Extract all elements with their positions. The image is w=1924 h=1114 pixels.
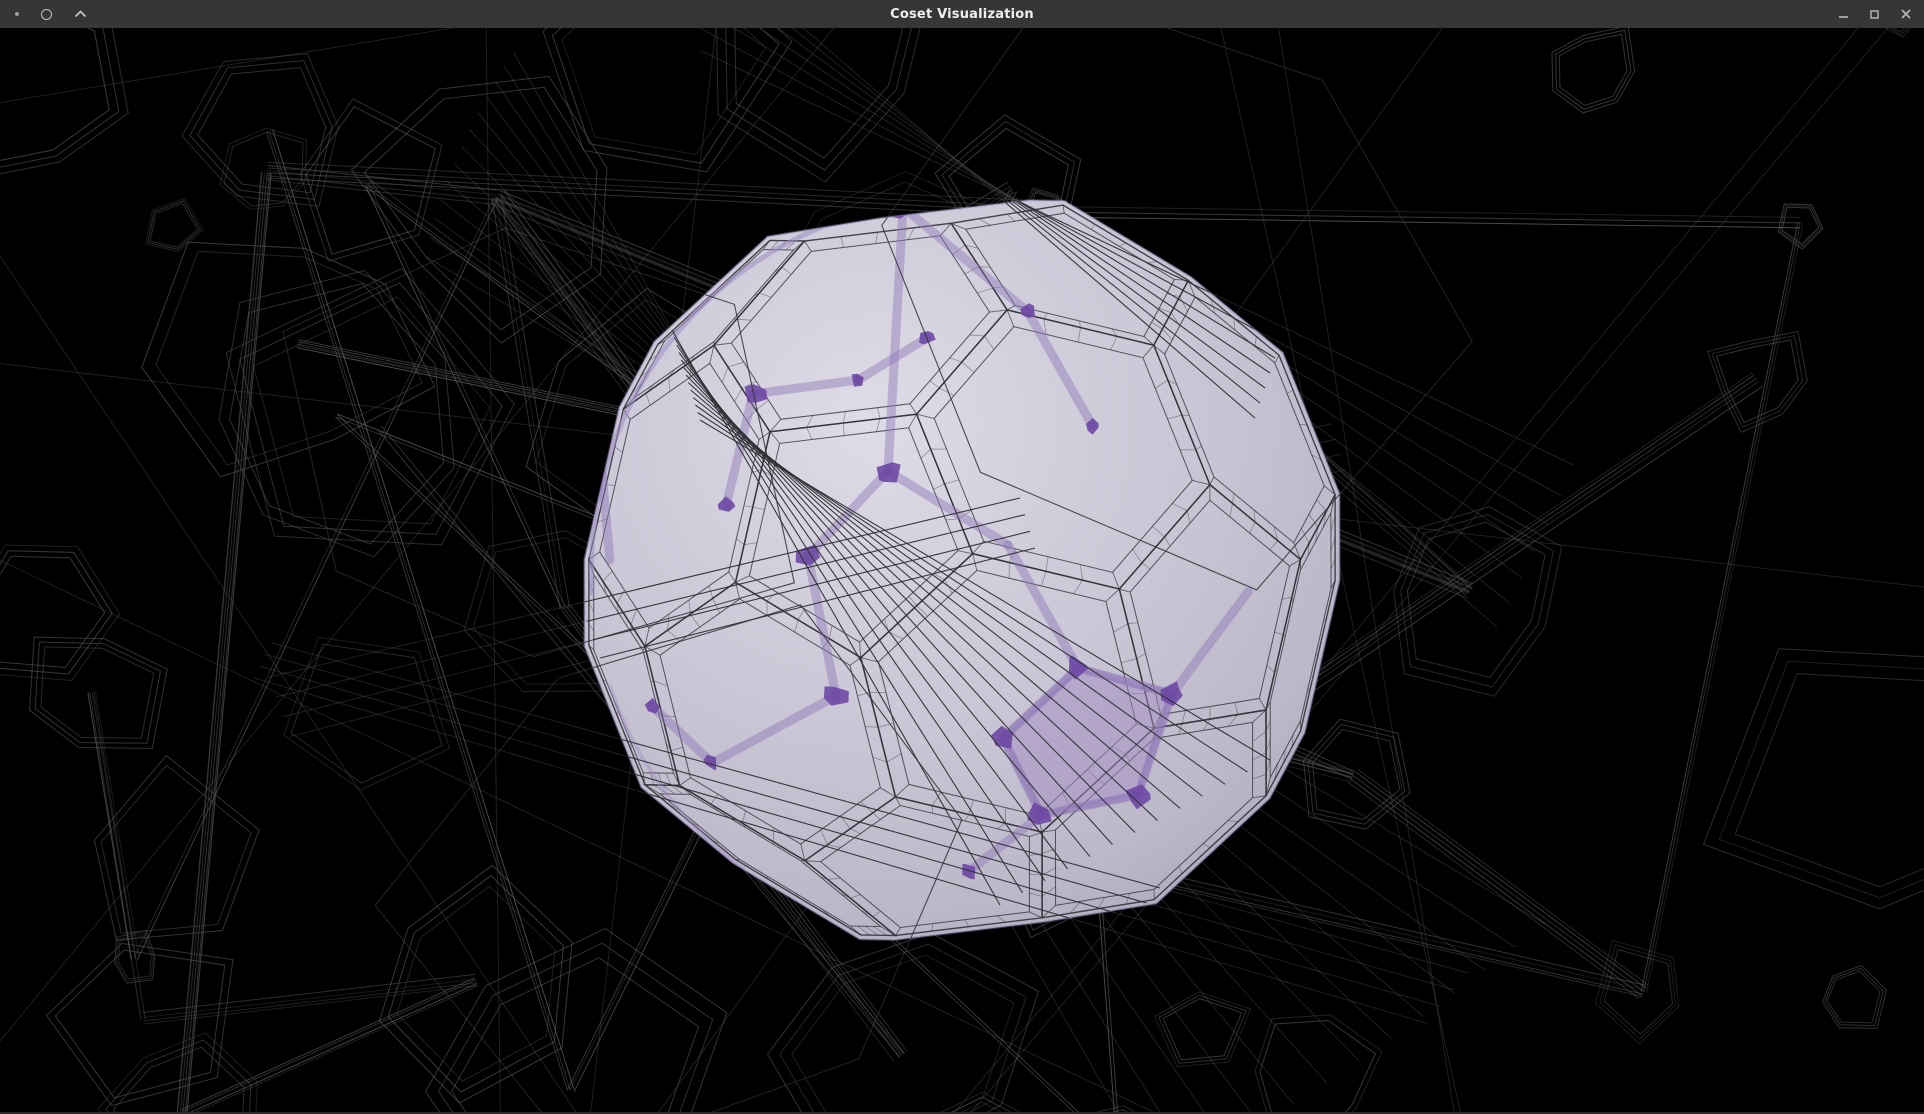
minimize-button[interactable] [1836,7,1851,22]
titlebar-left-icons [15,9,87,20]
titlebar[interactable]: Coset Visualization [0,0,1924,28]
app-window: Coset Visualization [0,0,1924,1114]
menu-dot-icon[interactable] [15,12,19,16]
close-button[interactable] [1898,6,1914,22]
visualization-canvas[interactable] [0,28,1924,1114]
window-title: Coset Visualization [0,0,1924,28]
window-controls [1836,0,1914,28]
record-circle-icon[interactable] [41,9,52,20]
scene-svg [0,28,1924,1114]
chevron-up-icon[interactable] [74,10,87,18]
maximize-button[interactable] [1867,7,1882,22]
